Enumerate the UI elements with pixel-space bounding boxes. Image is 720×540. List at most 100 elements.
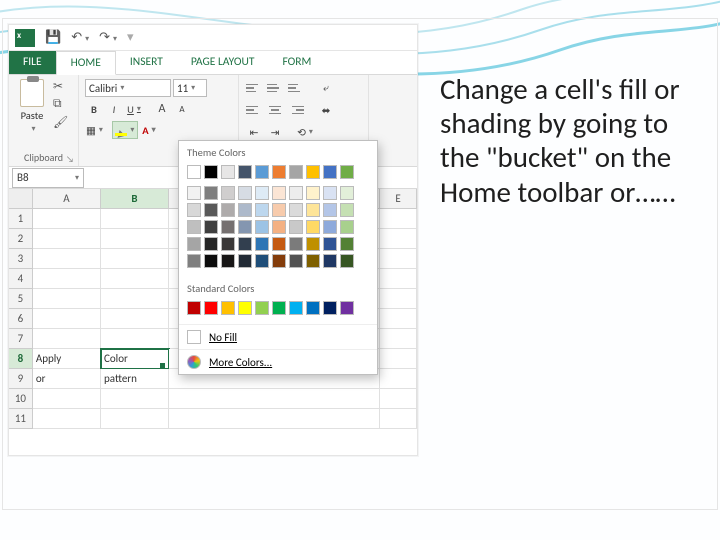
color-swatch[interactable] xyxy=(221,186,235,200)
cell[interactable] xyxy=(33,409,101,429)
cell[interactable] xyxy=(169,409,380,429)
color-swatch[interactable] xyxy=(187,186,201,200)
cell[interactable] xyxy=(33,269,101,289)
cell[interactable] xyxy=(380,309,417,329)
align-middle-button[interactable] xyxy=(266,79,284,97)
borders-button[interactable]: ▦▾ xyxy=(85,121,104,139)
color-swatch[interactable] xyxy=(221,301,235,315)
color-swatch[interactable] xyxy=(289,186,303,200)
color-swatch[interactable] xyxy=(255,301,269,315)
color-swatch[interactable] xyxy=(289,165,303,179)
col-header-e[interactable]: E xyxy=(380,189,417,209)
color-swatch[interactable] xyxy=(187,301,201,315)
color-swatch[interactable] xyxy=(340,301,354,315)
name-box[interactable]: B8 ▾ xyxy=(12,168,84,188)
select-all-corner[interactable] xyxy=(9,189,33,209)
color-swatch[interactable] xyxy=(204,186,218,200)
more-colors-item[interactable]: More Colors... xyxy=(179,349,377,374)
color-swatch[interactable] xyxy=(272,301,286,315)
cell[interactable] xyxy=(101,389,169,409)
color-swatch[interactable] xyxy=(340,186,354,200)
color-swatch[interactable] xyxy=(238,186,252,200)
cell[interactable]: Apply xyxy=(33,349,101,369)
color-swatch[interactable] xyxy=(204,301,218,315)
wrap-text-button[interactable]: ⤶ xyxy=(317,79,335,97)
color-swatch[interactable] xyxy=(255,186,269,200)
cell[interactable] xyxy=(380,249,417,269)
cell[interactable] xyxy=(380,409,417,429)
cell[interactable] xyxy=(380,229,417,249)
color-swatch[interactable] xyxy=(221,203,235,217)
color-swatch[interactable] xyxy=(272,203,286,217)
row-header[interactable]: 10 xyxy=(9,389,33,409)
color-swatch[interactable] xyxy=(323,220,337,234)
color-swatch[interactable] xyxy=(204,220,218,234)
color-swatch[interactable] xyxy=(306,237,320,251)
cell[interactable] xyxy=(33,229,101,249)
cell[interactable] xyxy=(101,269,169,289)
color-swatch[interactable] xyxy=(221,165,235,179)
color-swatch[interactable] xyxy=(323,254,337,268)
col-header-a[interactable]: A xyxy=(33,189,101,209)
color-swatch[interactable] xyxy=(289,203,303,217)
color-swatch[interactable] xyxy=(238,301,252,315)
color-swatch[interactable] xyxy=(272,220,286,234)
color-swatch[interactable] xyxy=(272,165,286,179)
color-swatch[interactable] xyxy=(272,254,286,268)
format-painter-icon[interactable]: 🖌 xyxy=(53,115,69,129)
cell[interactable] xyxy=(101,209,169,229)
color-swatch[interactable] xyxy=(340,237,354,251)
cell[interactable] xyxy=(33,329,101,349)
row-header[interactable]: 6 xyxy=(9,309,33,329)
undo-icon[interactable]: ↶▾ xyxy=(71,30,89,45)
color-swatch[interactable] xyxy=(204,237,218,251)
color-swatch[interactable] xyxy=(306,301,320,315)
color-swatch[interactable] xyxy=(306,203,320,217)
cell[interactable] xyxy=(169,389,380,409)
align-left-button[interactable] xyxy=(245,101,263,119)
color-swatch[interactable] xyxy=(204,203,218,217)
tab-formulas[interactable]: FORM xyxy=(268,51,325,74)
color-swatch[interactable] xyxy=(221,237,235,251)
cell[interactable] xyxy=(101,249,169,269)
color-swatch[interactable] xyxy=(238,203,252,217)
color-swatch[interactable] xyxy=(306,165,320,179)
cell[interactable] xyxy=(33,309,101,329)
color-swatch[interactable] xyxy=(306,254,320,268)
align-bottom-button[interactable] xyxy=(287,79,305,97)
color-swatch[interactable] xyxy=(238,165,252,179)
row-header[interactable]: 8 xyxy=(9,349,33,369)
shrink-font-button[interactable]: A xyxy=(173,100,191,118)
color-swatch[interactable] xyxy=(323,237,337,251)
merge-center-button[interactable]: ⬌ xyxy=(317,101,335,119)
bold-button[interactable]: B xyxy=(85,100,103,118)
color-swatch[interactable] xyxy=(187,254,201,268)
cell[interactable] xyxy=(101,409,169,429)
cell[interactable] xyxy=(380,369,417,389)
color-swatch[interactable] xyxy=(221,254,235,268)
col-header-b[interactable]: B xyxy=(101,189,169,209)
cell[interactable] xyxy=(380,209,417,229)
redo-icon[interactable]: ↷▾ xyxy=(99,30,117,45)
color-swatch[interactable] xyxy=(340,254,354,268)
color-swatch[interactable] xyxy=(238,237,252,251)
cell[interactable] xyxy=(101,229,169,249)
color-swatch[interactable] xyxy=(306,186,320,200)
cell[interactable]: pattern xyxy=(101,369,169,389)
row-header[interactable]: 2 xyxy=(9,229,33,249)
color-swatch[interactable] xyxy=(255,203,269,217)
font-name-combo[interactable]: Calibri▾ xyxy=(85,79,171,97)
cell[interactable] xyxy=(380,289,417,309)
cell[interactable]: or xyxy=(33,369,101,389)
qat-customize-icon[interactable]: ▾ xyxy=(127,30,134,45)
align-center-button[interactable] xyxy=(266,101,284,119)
color-swatch[interactable] xyxy=(340,203,354,217)
color-swatch[interactable] xyxy=(187,165,201,179)
no-fill-item[interactable]: No Fill xyxy=(179,324,377,349)
cell[interactable] xyxy=(380,329,417,349)
cell[interactable] xyxy=(101,329,169,349)
color-swatch[interactable] xyxy=(323,203,337,217)
save-icon[interactable]: 💾 xyxy=(45,30,61,45)
color-swatch[interactable] xyxy=(272,186,286,200)
align-right-button[interactable] xyxy=(287,101,305,119)
